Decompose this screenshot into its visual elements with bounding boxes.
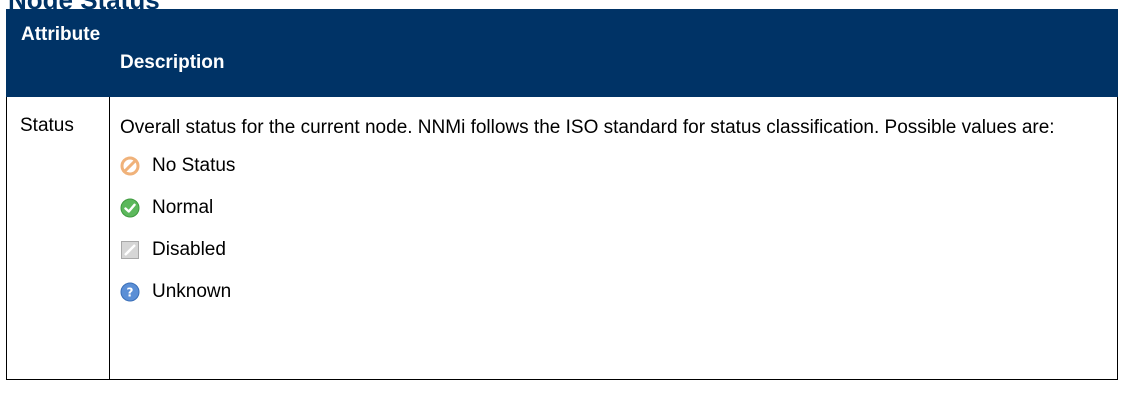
no-status-icon	[120, 156, 140, 176]
status-label: Normal	[152, 197, 214, 218]
attribute-name: Status	[20, 115, 74, 136]
svg-text:?: ?	[127, 286, 134, 300]
status-item-no-status: No Status	[110, 145, 1117, 187]
status-item-disabled: Disabled	[110, 229, 1117, 271]
header-attribute: Attribute	[6, 9, 110, 97]
normal-status-icon	[120, 198, 140, 218]
attribute-table: Attribute Description Status Overall sta…	[6, 9, 1118, 380]
description-cell: Overall status for the current node. NNM…	[109, 96, 1118, 380]
attribute-cell: Status	[6, 96, 110, 380]
unknown-status-icon: ?	[120, 282, 140, 302]
description-text: Overall status for the current node. NNM…	[120, 117, 1055, 138]
table-row: Status Overall status for the current no…	[6, 96, 1118, 380]
disabled-status-icon	[120, 240, 140, 260]
status-label: Unknown	[152, 281, 232, 302]
status-label: Disabled	[152, 239, 226, 260]
status-label: No Status	[152, 155, 236, 176]
help-page: Node Status Attribute Description Status	[0, 0, 1126, 417]
table-header-row: Attribute Description	[6, 9, 1118, 97]
header-description: Description	[109, 9, 1118, 97]
status-item-unknown: ? Unknown	[110, 271, 1117, 313]
status-item-normal: Normal	[110, 187, 1117, 229]
